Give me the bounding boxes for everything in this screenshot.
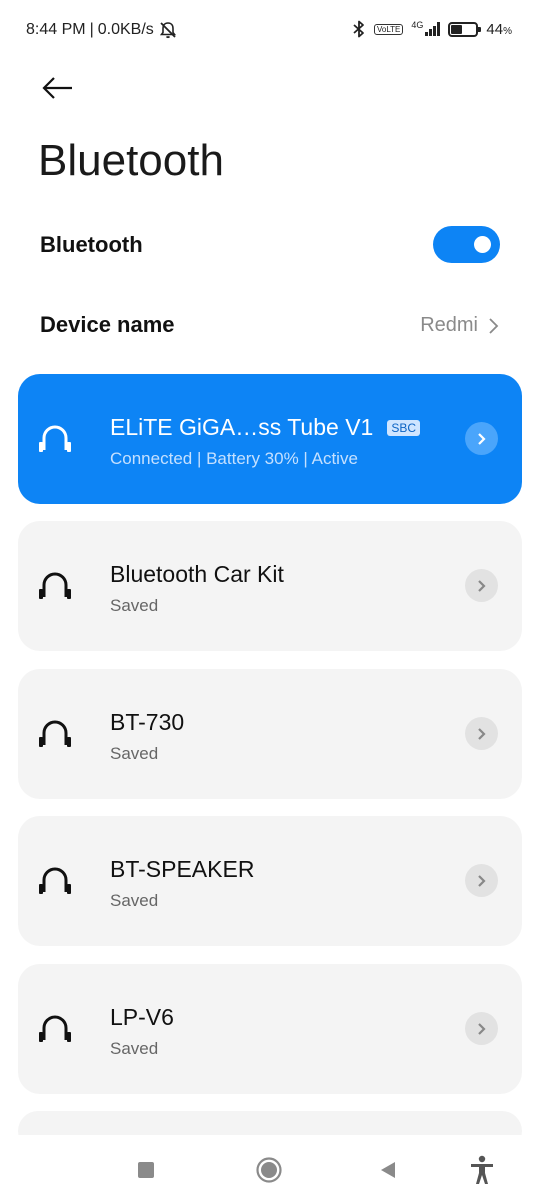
- chevron-right-icon: [477, 432, 486, 445]
- battery-percent: 44%: [486, 20, 512, 38]
- accessibility-icon: [471, 1155, 493, 1184]
- device-name: BT-730: [110, 709, 185, 735]
- codec-badge: SBC: [387, 419, 421, 436]
- status-speed: 0.0KB/s: [97, 21, 154, 38]
- device-card-bt-730[interactable]: BT-730 Saved: [18, 669, 522, 799]
- signal-icon: [425, 22, 441, 36]
- device-details-button[interactable]: [465, 717, 498, 750]
- headphones-icon: [39, 572, 71, 599]
- back-triangle-icon: [381, 1162, 395, 1178]
- battery-icon: [448, 21, 482, 37]
- mute-icon: [159, 22, 176, 39]
- network-type: 4G: [411, 20, 424, 30]
- page-title: Bluetooth: [38, 136, 224, 185]
- recents-button[interactable]: [129, 1153, 163, 1187]
- headphones-icon: [39, 867, 71, 894]
- home-button[interactable]: [252, 1153, 286, 1187]
- navigation-bar: [0, 1135, 540, 1200]
- device-name-label: Device name: [40, 312, 175, 337]
- bluetooth-label: Bluetooth: [40, 232, 143, 257]
- bluetooth-icon: [353, 20, 364, 38]
- chevron-right-icon: [477, 579, 486, 592]
- bluetooth-toggle[interactable]: [433, 226, 500, 263]
- device-details-button[interactable]: [465, 422, 498, 455]
- battery-level: [451, 24, 462, 34]
- device-name: BT-SPEAKER: [110, 856, 255, 882]
- recents-icon: [138, 1162, 154, 1178]
- device-card-lp-v6[interactable]: LP-V6 Saved: [18, 964, 522, 1094]
- device-status: Saved: [110, 891, 159, 910]
- headphones-icon: [39, 1015, 71, 1042]
- headphones-icon: [39, 720, 71, 747]
- device-name-value-group: Redmi: [420, 314, 500, 337]
- chevron-right-icon: [477, 874, 486, 887]
- device-card-elite-giga[interactable]: ELiTE GiGA…ss Tube V1 SBC Connected | Ba…: [18, 374, 522, 504]
- chevron-right-icon: [489, 317, 499, 334]
- status-bar: 8:44 PM | 0.0KB/s VoLTE 4G 44%: [0, 0, 540, 60]
- chevron-right-icon: [477, 1022, 486, 1035]
- device-details-button[interactable]: [465, 864, 498, 897]
- toggle-knob: [474, 236, 491, 253]
- status-right: VoLTE 4G 44%: [352, 20, 512, 38]
- chevron-right-icon: [477, 727, 486, 740]
- device-status: Saved: [110, 596, 159, 615]
- headphones-icon: [39, 425, 71, 452]
- device-name-value: Redmi: [420, 314, 478, 336]
- device-status: Connected | Battery 30% | Active: [110, 449, 358, 468]
- device-card-bluetooth-car-kit[interactable]: Bluetooth Car Kit Saved: [18, 521, 522, 651]
- status-left: 8:44 PM | 0.0KB/s: [26, 20, 178, 40]
- device-details-button[interactable]: [465, 1012, 498, 1045]
- device-name: LP-V6: [110, 1004, 174, 1030]
- device-name: ELiTE GiGA…ss Tube V1 SBC: [110, 414, 421, 441]
- accessibility-button[interactable]: [465, 1153, 499, 1187]
- device-status: Saved: [110, 744, 159, 763]
- device-status: Saved: [110, 1039, 159, 1058]
- device-details-button[interactable]: [465, 569, 498, 602]
- nav-back-button[interactable]: [371, 1153, 405, 1187]
- arrow-left-icon: [42, 77, 72, 99]
- device-name: Bluetooth Car Kit: [110, 561, 284, 587]
- volte-badge: VoLTE: [373, 23, 404, 35]
- back-button[interactable]: [36, 66, 80, 110]
- status-time: 8:44 PM: [26, 21, 86, 38]
- device-card-bt-speaker[interactable]: BT-SPEAKER Saved: [18, 816, 522, 946]
- home-icon: [256, 1157, 282, 1183]
